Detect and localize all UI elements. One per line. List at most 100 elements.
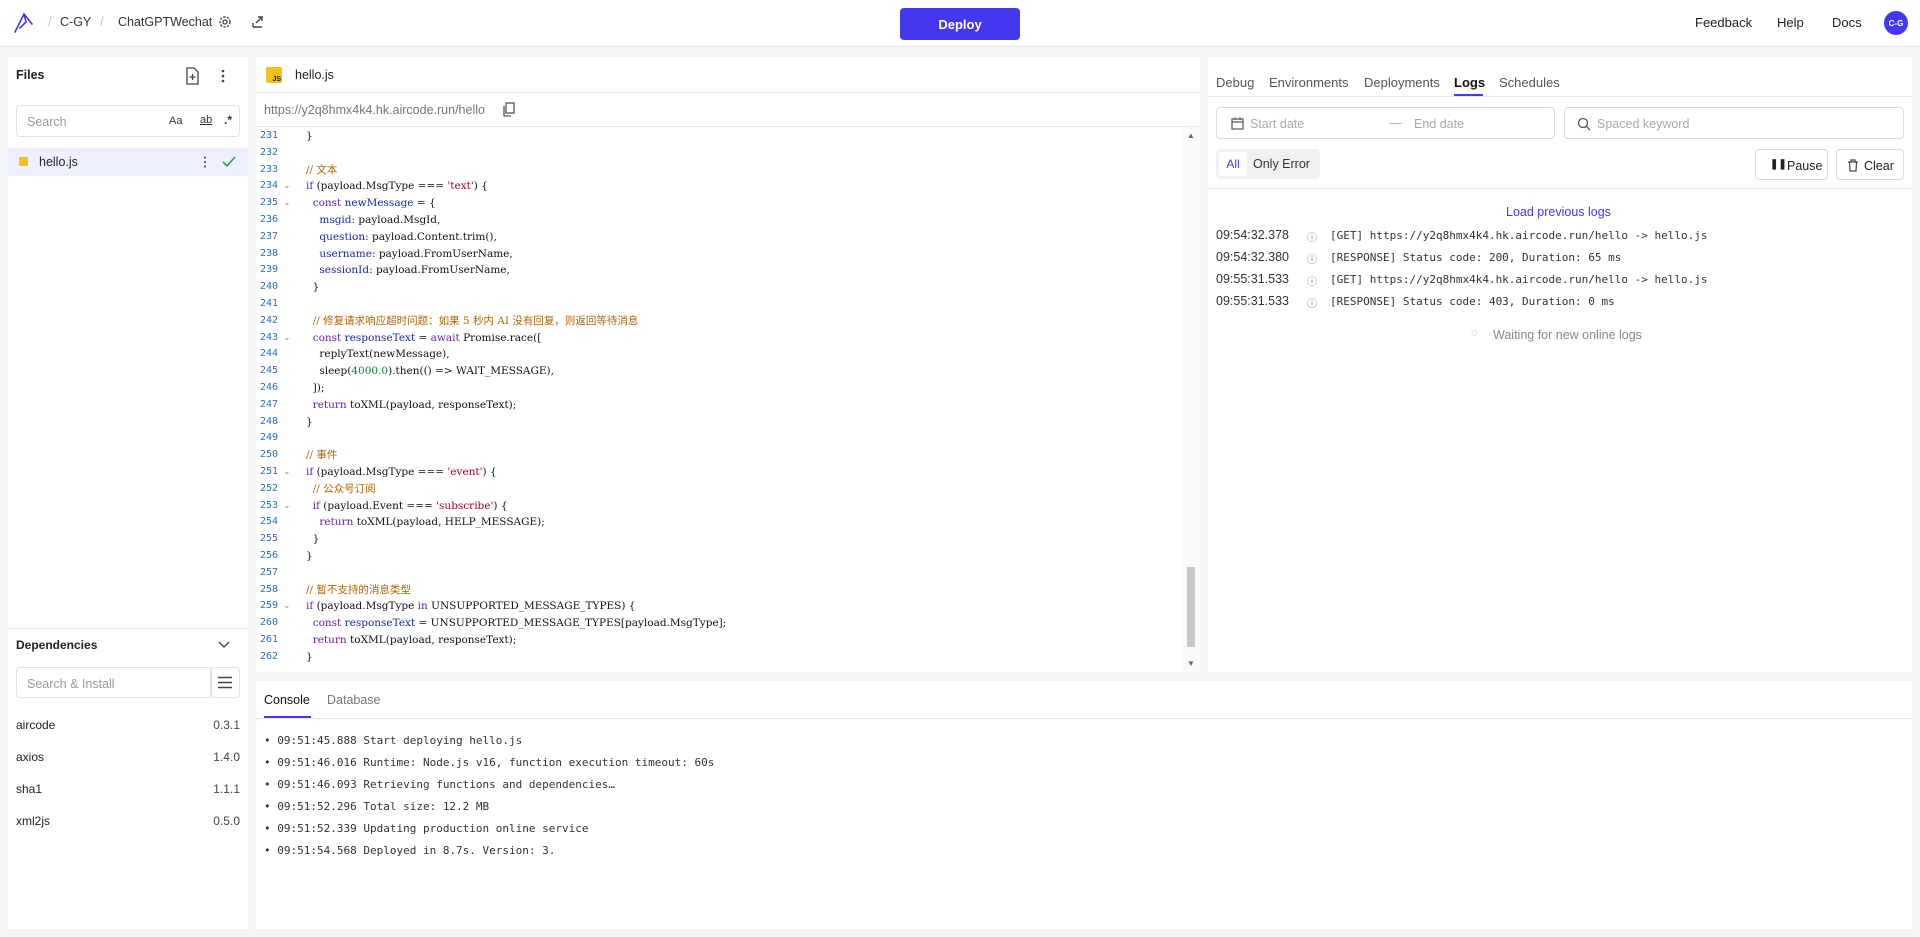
editor-scrollbar[interactable]: ▲ ▼ xyxy=(1182,127,1200,672)
code-line[interactable]: 259 ⌄ if (payload.MsgType in UNSUPPORTED_M… xyxy=(256,598,1182,615)
aircode-logo-icon[interactable] xyxy=(12,10,36,36)
code-line[interactable]: 237 question: payload.Content.trim(), xyxy=(256,229,1182,246)
code-line[interactable]: 243 ⌄ const responseText = await Promise.… xyxy=(256,330,1182,347)
code-line[interactable]: 258 // 暂不支持的消息类型 xyxy=(256,582,1182,599)
fold-icon[interactable]: ⌄ xyxy=(283,178,291,195)
code-line[interactable]: 241 xyxy=(256,296,1182,313)
dependency-item[interactable]: sha1 1.1.1 xyxy=(16,782,240,796)
dependency-list-button[interactable] xyxy=(210,667,240,698)
file-item[interactable]: hello.js xyxy=(8,148,248,176)
info-icon[interactable]: ⓘ xyxy=(1307,251,1317,266)
tab-deployments[interactable]: Deployments xyxy=(1364,75,1440,90)
code-line[interactable]: 240 } xyxy=(256,279,1182,296)
breadcrumb-team[interactable]: C-GY xyxy=(60,15,91,29)
code-line[interactable]: 260 const responseText = UNSUPPORTED_MES… xyxy=(256,615,1182,632)
keyword-search-input[interactable]: Spaced keyword xyxy=(1564,107,1904,139)
dependency-item[interactable]: axios 1.4.0 xyxy=(16,750,240,764)
fold-icon[interactable]: ⌄ xyxy=(283,598,291,615)
tab-hello-js[interactable]: hello.js xyxy=(295,68,334,82)
tab-schedules[interactable]: Schedules xyxy=(1499,75,1560,90)
dependency-search-input[interactable]: Search & Install xyxy=(16,667,212,698)
log-entry: 09:55:31.533 ⓘ [GET] https://y2q8hmx4k4.hk… xyxy=(1216,272,1906,290)
code-line[interactable]: 247 return toXML(payload, responseText); xyxy=(256,397,1182,414)
code-line[interactable]: 255 } xyxy=(256,531,1182,548)
clear-button[interactable]: Clear xyxy=(1836,149,1904,180)
code-line[interactable]: 257 xyxy=(256,565,1182,582)
code-editor-panel: JS hello.js https://y2q8hmx4k4.hk.aircod… xyxy=(256,57,1200,672)
chevron-down-icon[interactable] xyxy=(218,640,230,650)
dependency-item[interactable]: aircode 0.3.1 xyxy=(16,718,240,732)
code-line[interactable]: 262} xyxy=(256,649,1182,666)
info-icon[interactable]: ⓘ xyxy=(1307,295,1317,310)
code-line[interactable]: 238 username: payload.FromUserName, xyxy=(256,246,1182,263)
match-case-toggle[interactable]: Aa xyxy=(169,115,182,127)
line-number: 260 xyxy=(259,617,278,629)
info-icon[interactable]: ⓘ xyxy=(1307,229,1317,244)
share-icon[interactable] xyxy=(250,14,266,30)
code-line[interactable]: 249 xyxy=(256,430,1182,447)
code-text: if (payload.MsgType === 'text') { xyxy=(306,180,488,193)
info-icon[interactable]: ⓘ xyxy=(1307,273,1317,288)
scroll-up-icon[interactable]: ▲ xyxy=(1187,131,1195,140)
code-area[interactable]: 231} 232 233// 文本 234 ⌄ if (payload.MsgType =… xyxy=(256,127,1182,672)
help-link[interactable]: Help xyxy=(1777,15,1804,30)
filter-only-error-button[interactable]: Only Error xyxy=(1253,157,1310,171)
regex-toggle[interactable]: .* xyxy=(224,113,232,127)
docs-link[interactable]: Docs xyxy=(1832,15,1862,30)
scroll-down-icon[interactable]: ▼ xyxy=(1187,659,1195,668)
copy-icon[interactable] xyxy=(503,102,515,117)
code-line[interactable]: 234 ⌄ if (payload.MsgType === 'text') { xyxy=(256,178,1182,195)
log-message: [RESPONSE] Status code: 403, Duration: 0… xyxy=(1330,295,1615,308)
load-previous-logs-link[interactable]: Load previous logs xyxy=(1506,205,1611,219)
code-line[interactable]: 244 replyText(newMessage), xyxy=(256,346,1182,363)
code-line[interactable]: 232 xyxy=(256,145,1182,162)
code-line[interactable]: 253 ⌄ if (payload.Event === 'subscribe') … xyxy=(256,498,1182,515)
fold-icon[interactable]: ⌄ xyxy=(283,195,291,212)
filter-all-button[interactable]: All xyxy=(1219,152,1247,176)
date-range-picker[interactable]: Start date — End date xyxy=(1216,107,1555,139)
avatar[interactable]: C-G xyxy=(1884,11,1908,35)
fold-icon[interactable]: ⌄ xyxy=(283,464,291,481)
deploy-button[interactable]: Deploy xyxy=(900,8,1020,40)
code-line[interactable]: 235 ⌄ const newMessage = { xyxy=(256,195,1182,212)
tab-environments[interactable]: Environments xyxy=(1269,75,1348,90)
code-line[interactable]: 233 // 文本 xyxy=(256,162,1182,179)
end-date-input[interactable]: End date xyxy=(1414,117,1464,131)
fold-icon[interactable]: ⌄ xyxy=(283,330,291,347)
tab-logs[interactable]: Logs xyxy=(1454,75,1485,90)
code-line[interactable]: 236 msgid: payload.MsgId, xyxy=(256,212,1182,229)
code-line[interactable]: 248} xyxy=(256,414,1182,431)
file-more-icon[interactable] xyxy=(202,155,208,169)
more-icon[interactable] xyxy=(220,68,226,84)
code-line[interactable]: 239 sessionId: payload.FromUserName, xyxy=(256,262,1182,279)
code-line[interactable]: 252 // 公众号订阅 xyxy=(256,481,1182,498)
code-line[interactable]: 254 return toXML(payload, HELP_MESSAGE); xyxy=(256,514,1182,531)
breadcrumb-app[interactable]: ChatGPTWechat xyxy=(118,15,212,29)
code-line[interactable]: 250 // 事件 xyxy=(256,447,1182,464)
code-line[interactable]: 261 return toXML(payload, responseText); xyxy=(256,632,1182,649)
code-line[interactable]: 251 ⌄ if (payload.MsgType === 'event') { xyxy=(256,464,1182,481)
code-line[interactable]: 242 // 修复请求响应超时问题：如果 5 秒内 AI 没有回复，则返回等待消… xyxy=(256,313,1182,330)
code-line[interactable]: 256} xyxy=(256,548,1182,565)
new-file-icon[interactable] xyxy=(184,67,200,85)
gear-icon[interactable] xyxy=(217,14,233,30)
dependency-item[interactable]: xml2js 0.5.0 xyxy=(16,814,240,828)
fold-icon[interactable]: ⌄ xyxy=(283,498,291,515)
tab-console[interactable]: Console xyxy=(264,693,310,707)
dependency-version: 1.4.0 xyxy=(213,750,240,764)
scrollbar-thumb[interactable] xyxy=(1187,567,1195,647)
start-date-input[interactable]: Start date xyxy=(1250,117,1304,131)
pause-button[interactable]: ❚❚ Pause xyxy=(1755,149,1828,180)
endpoint-url[interactable]: https://y2q8hmx4k4.hk.aircode.run/hello xyxy=(264,103,485,117)
file-search-input[interactable]: Search Aa ab .* xyxy=(16,105,240,137)
code-line[interactable]: 231} xyxy=(256,128,1182,145)
tab-database[interactable]: Database xyxy=(327,693,381,707)
match-word-toggle[interactable]: ab xyxy=(200,114,212,126)
code-line[interactable]: 246 ]); xyxy=(256,380,1182,397)
tab-debug[interactable]: Debug xyxy=(1216,75,1254,90)
feedback-link[interactable]: Feedback xyxy=(1695,15,1752,30)
code-text: return toXML(payload, responseText); xyxy=(312,634,517,646)
code-line[interactable]: 245 sleep(4000.0).then(() => WAIT_MESSAG… xyxy=(256,363,1182,380)
code-text: // 公众号订阅 xyxy=(312,482,376,495)
code-text: // 文本 xyxy=(306,163,338,176)
